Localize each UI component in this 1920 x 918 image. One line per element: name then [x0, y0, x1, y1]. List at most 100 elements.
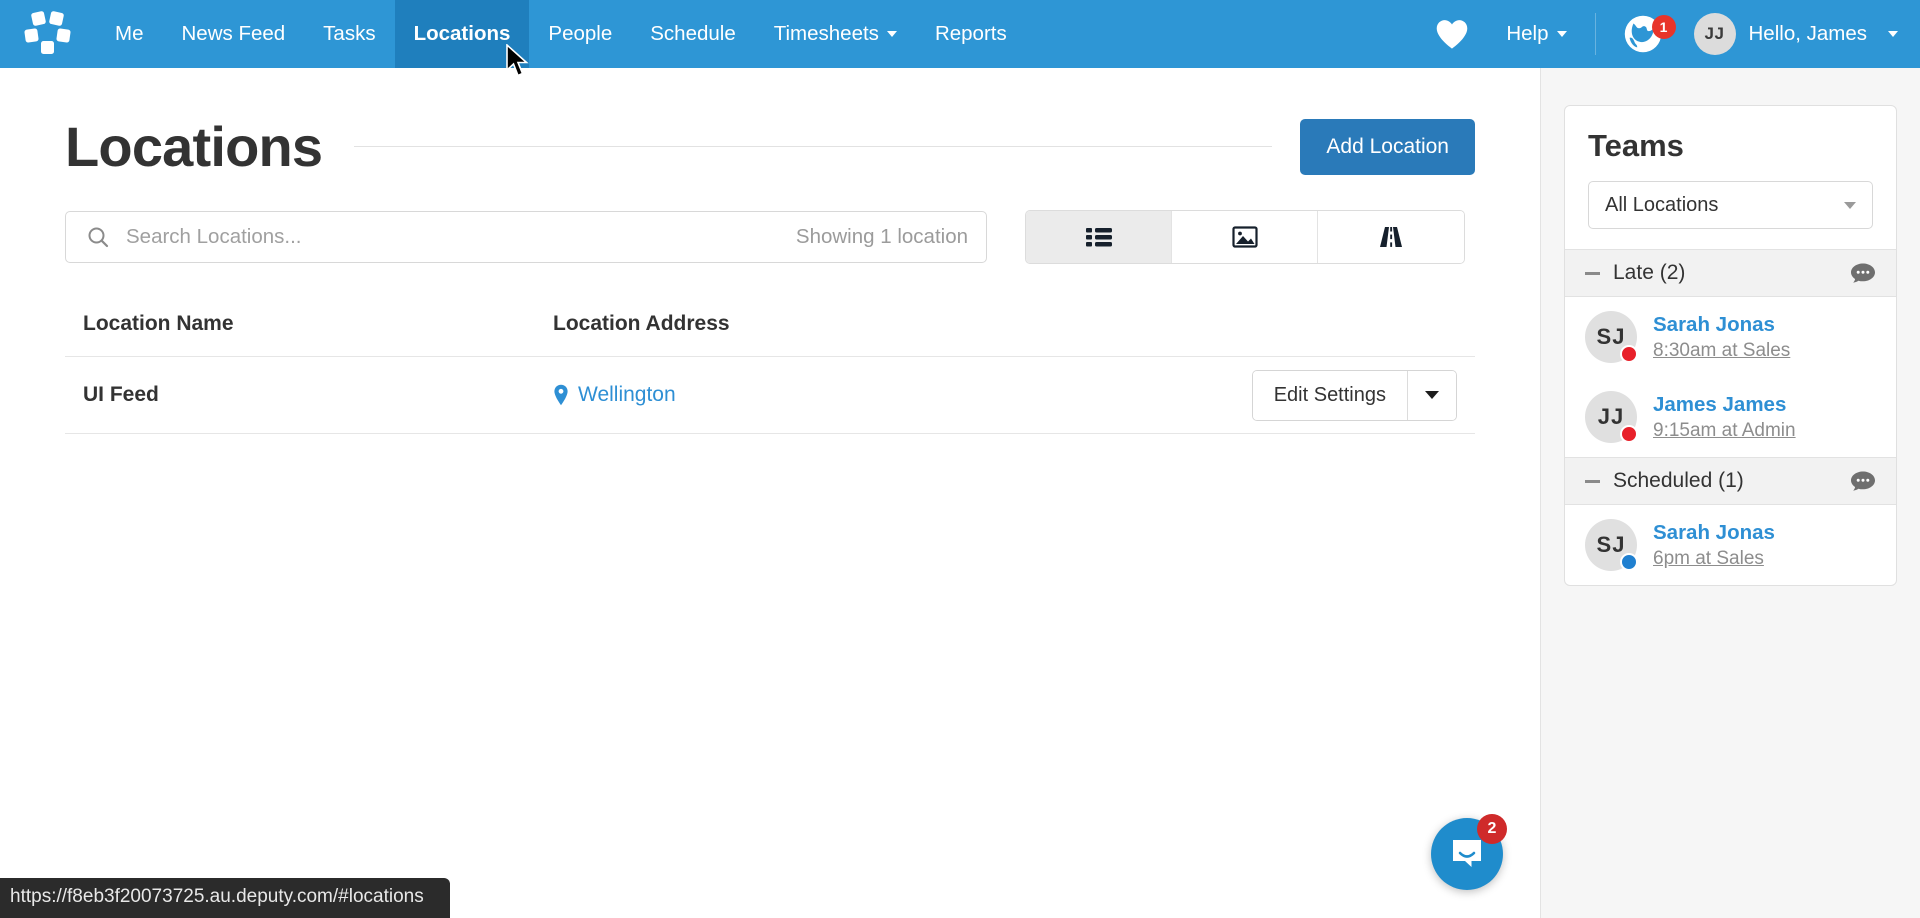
location-filter-select[interactable]: All Locations: [1588, 181, 1873, 229]
locations-table: Location Name Location Address UI Feed W…: [65, 302, 1475, 434]
notification-badge: 1: [1651, 15, 1676, 39]
page-title: Locations: [65, 115, 323, 178]
edit-settings-button[interactable]: Edit Settings: [1252, 370, 1408, 420]
nav-item-timesheets[interactable]: Timesheets: [755, 0, 916, 68]
nav-item-label: People: [548, 22, 613, 45]
member-detail-link[interactable]: 9:15am at Admin: [1653, 420, 1796, 442]
header-divider: [354, 146, 1273, 147]
location-name: UI Feed: [83, 383, 159, 406]
group-header-scheduled[interactable]: Scheduled (1): [1565, 457, 1896, 505]
chevron-down-icon: [1844, 201, 1856, 209]
nav-divider: [1594, 13, 1596, 55]
list-item[interactable]: JJ James James 9:15am at Admin: [1565, 377, 1896, 457]
nav-item-news-feed[interactable]: News Feed: [162, 0, 304, 68]
status-badge: [1620, 425, 1638, 443]
status-bar-url: https://f8eb3f20073725.au.deputy.com/#lo…: [0, 878, 450, 918]
nav-item-label: Me: [115, 22, 144, 45]
teams-card-header: Teams All Locations: [1565, 106, 1896, 249]
nav-item-label: Locations: [413, 22, 511, 45]
location-address-link[interactable]: Wellington: [578, 383, 676, 407]
location-address-cell: Wellington: [553, 383, 1252, 407]
column-header-address: Location Address: [553, 312, 730, 335]
chevron-down-icon: [1556, 31, 1567, 37]
deputy-logo-icon[interactable]: [0, 0, 96, 68]
photo-view-button[interactable]: [1172, 211, 1318, 263]
heart-icon[interactable]: [1412, 18, 1492, 50]
chevron-down-icon: [1425, 391, 1439, 399]
image-icon: [1231, 226, 1258, 248]
member-info: Sarah Jonas 6pm at Sales: [1653, 521, 1775, 570]
location-filter-value: All Locations: [1605, 193, 1719, 216]
main-content: Locations Add Location Showing 1 locatio…: [0, 68, 1540, 918]
member-info: Sarah Jonas 8:30am at Sales: [1653, 313, 1790, 362]
nav-item-schedule[interactable]: Schedule: [631, 0, 754, 68]
minus-icon: [1585, 479, 1600, 483]
nav-item-tasks[interactable]: Tasks: [304, 0, 394, 68]
search-input[interactable]: [126, 225, 784, 249]
member-detail-link[interactable]: 8:30am at Sales: [1653, 340, 1790, 362]
status-badge: [1620, 345, 1638, 363]
nav-links: Me News Feed Tasks Locations People Sche…: [96, 0, 1026, 68]
row-actions: Edit Settings: [1251, 369, 1457, 421]
edit-settings-split-button: Edit Settings: [1251, 369, 1457, 421]
help-label: Help: [1506, 22, 1549, 45]
help-menu[interactable]: Help: [1492, 22, 1580, 46]
chevron-down-icon: [1888, 31, 1898, 37]
user-menu[interactable]: JJ Hello, James: [1676, 13, 1898, 55]
group-label: Scheduled (1): [1613, 469, 1744, 492]
nav-item-label: Reports: [934, 22, 1007, 45]
avatar: JJ: [1693, 13, 1736, 55]
member-name-link[interactable]: James James: [1653, 393, 1796, 417]
notifications-globe-button[interactable]: 1: [1610, 11, 1676, 57]
nav-item-reports[interactable]: Reports: [916, 0, 1026, 68]
chevron-down-icon: [886, 31, 897, 37]
page-header-row: Locations Add Location: [65, 68, 1475, 179]
table-row: UI Feed Wellington Edit Settings: [65, 356, 1475, 434]
member-detail-link[interactable]: 6pm at Sales: [1653, 548, 1775, 570]
search-box[interactable]: Showing 1 location: [65, 211, 987, 263]
teams-card: Teams All Locations Late (2) SJ Sarah Jo…: [1564, 105, 1897, 586]
list-view-button[interactable]: [1026, 211, 1172, 263]
chat-unread-badge: 2: [1477, 814, 1507, 844]
user-greeting: Hello, James: [1748, 22, 1868, 45]
list-item[interactable]: SJ Sarah Jonas 8:30am at Sales: [1565, 297, 1896, 377]
nav-item-locations[interactable]: Locations: [394, 0, 530, 68]
view-toggle-group: [1025, 210, 1465, 264]
chat-widget-button[interactable]: 2: [1431, 814, 1507, 890]
search-icon: [88, 227, 109, 248]
top-navigation-bar: Me News Feed Tasks Locations People Sche…: [0, 0, 1920, 77]
status-badge: [1620, 553, 1638, 571]
column-header-name: Location Name: [83, 312, 234, 335]
avatar-wrap: SJ: [1585, 311, 1638, 363]
teams-sidebar: Teams All Locations Late (2) SJ Sarah Jo…: [1540, 68, 1920, 918]
nav-item-label: Tasks: [323, 22, 376, 45]
add-location-button[interactable]: Add Location: [1300, 118, 1475, 175]
nav-item-me[interactable]: Me: [96, 0, 162, 68]
nav-item-label: News Feed: [181, 22, 286, 45]
road-icon: [1380, 227, 1402, 247]
member-name-link[interactable]: Sarah Jonas: [1653, 313, 1790, 337]
nav-item-people[interactable]: People: [529, 0, 631, 68]
member-info: James James 9:15am at Admin: [1653, 393, 1796, 442]
controls-row: Showing 1 location: [65, 210, 1475, 264]
chat-bubble-icon[interactable]: [1850, 470, 1876, 492]
map-pin-icon: [554, 384, 568, 406]
table-header-row: Location Name Location Address: [65, 302, 1475, 346]
chat-bubble-icon[interactable]: [1850, 262, 1876, 284]
avatar-wrap: JJ: [1585, 391, 1638, 443]
group-header-late[interactable]: Late (2): [1565, 249, 1896, 297]
search-result-count: Showing 1 location: [795, 225, 968, 248]
avatar-wrap: SJ: [1585, 519, 1638, 571]
member-name-link[interactable]: Sarah Jonas: [1653, 521, 1775, 545]
nav-right-cluster: Help 1 JJ Hello, James: [1412, 0, 1920, 68]
map-view-button[interactable]: [1318, 211, 1464, 263]
nav-item-label: Timesheets: [773, 22, 879, 45]
teams-title: Teams: [1588, 128, 1684, 163]
messenger-icon: [1453, 840, 1481, 867]
list-item[interactable]: SJ Sarah Jonas 6pm at Sales: [1565, 505, 1896, 585]
edit-settings-dropdown-button[interactable]: [1408, 370, 1456, 420]
list-icon: [1085, 228, 1112, 247]
page-body: Locations Add Location Showing 1 locatio…: [0, 68, 1920, 918]
minus-icon: [1585, 271, 1600, 275]
group-label: Late (2): [1613, 261, 1686, 284]
